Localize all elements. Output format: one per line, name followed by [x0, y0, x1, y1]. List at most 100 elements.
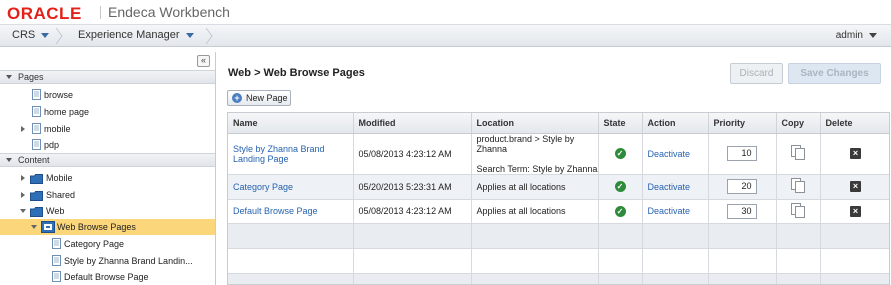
page-name-link[interactable]: Category Page [233, 182, 293, 192]
column-header-delete[interactable]: Delete [820, 113, 889, 134]
tree-item-home-page[interactable]: home page [0, 104, 215, 120]
check-circle-icon: ✓ [614, 205, 626, 217]
collapse-panel-icon[interactable]: « [197, 55, 210, 67]
column-header-name[interactable]: Name [228, 113, 354, 134]
page-icon [52, 238, 61, 254]
pages-section-header[interactable]: Pages [0, 70, 215, 84]
collapse-triangle-icon [6, 158, 12, 162]
expand-arrow-icon[interactable] [21, 126, 25, 132]
pages-section-label: Pages [18, 72, 44, 82]
pages-table: Name Modified Location State Action Prio… [227, 112, 890, 285]
tree-folder-shared[interactable]: Shared [0, 187, 215, 203]
copy-icon[interactable] [791, 202, 805, 218]
tree-item-default-browse-page[interactable]: Default Browse Page [0, 269, 215, 285]
user-name: admin [835, 30, 863, 41]
tree-item-label: Default Browse Page [64, 272, 149, 282]
empty-row [228, 273, 889, 284]
check-circle-icon: ✓ [614, 148, 626, 159]
delete-x-icon[interactable]: × [850, 148, 861, 159]
tree-item-browse[interactable]: browse [0, 87, 215, 103]
tree-item-style-by-zhanna[interactable]: Style by Zhanna Brand Landin... [0, 253, 215, 269]
collapse-arrow-icon[interactable] [20, 209, 26, 213]
oracle-logo: ORACLE [7, 4, 82, 23]
expand-arrow-icon[interactable] [21, 175, 25, 181]
column-header-location[interactable]: Location [471, 113, 599, 134]
plus-circle-icon: + [232, 93, 242, 103]
tree-item-label: Web [46, 206, 65, 216]
logo-divider [100, 6, 101, 19]
modified-cell: 05/08/2013 4:23:12 AM [353, 133, 472, 175]
tree-item-label: Mobile [46, 173, 73, 183]
column-header-modified[interactable]: Modified [353, 113, 472, 134]
new-page-button[interactable]: + New Page [227, 90, 291, 106]
app-header: ORACLE Endeca Workbench [0, 0, 891, 25]
tree-item-mobile-page[interactable]: mobile [0, 121, 215, 137]
tree-item-label: Category Page [64, 239, 125, 249]
tree-item-label: Style by Zhanna Brand Landin... [64, 256, 193, 266]
tree-item-label: mobile [44, 124, 71, 134]
main-nav: CRS Experience Manager admin [0, 25, 891, 47]
empty-row [228, 248, 889, 274]
nav-menu-experience-manager[interactable]: Experience Manager [78, 29, 194, 41]
location-cell: Applies at all locations [471, 174, 599, 200]
app-title: Endeca Workbench [108, 4, 230, 20]
deactivate-link[interactable]: Deactivate [648, 182, 691, 192]
page-icon [32, 106, 41, 122]
page-title: Web > Web Browse Pages [228, 67, 365, 79]
tree-item-label: Web Browse Pages [57, 222, 136, 232]
column-header-action[interactable]: Action [642, 113, 709, 134]
priority-input[interactable]: 30 [727, 203, 757, 219]
nav-menu-experience-manager-label: Experience Manager [78, 29, 180, 41]
tree-item-label: home page [44, 107, 90, 117]
new-page-label: New Page [246, 93, 288, 103]
table-row: Category Page 05/20/2013 5:23:31 AM Appl… [228, 174, 889, 200]
collapse-arrow-icon[interactable] [31, 225, 37, 229]
nav-divider [55, 27, 63, 45]
location-cell: product.brand > Style by Zhanna Search Te… [471, 133, 599, 175]
page-icon [52, 271, 61, 285]
copy-icon[interactable] [791, 145, 805, 160]
location-cell: Applies at all locations [471, 199, 599, 224]
location-text: product.brand > Style by Zhanna [476, 133, 575, 154]
expand-arrow-icon[interactable] [21, 192, 25, 198]
chevron-down-icon [185, 32, 194, 38]
nav-menu-crs[interactable]: CRS [12, 29, 50, 41]
save-changes-button[interactable]: Save Changes [788, 63, 881, 84]
tree-item-pdp[interactable]: pdp [0, 137, 215, 153]
content-section-label: Content [18, 155, 50, 165]
empty-row [228, 223, 889, 249]
column-header-priority[interactable]: Priority [708, 113, 777, 134]
tree-folder-web[interactable]: Web [0, 203, 215, 219]
nav-menu-crs-label: CRS [12, 29, 36, 41]
table-row: Style by Zhanna Brand Landing Page 05/08… [228, 133, 889, 175]
delete-x-icon[interactable]: × [850, 205, 861, 217]
tree-item-label: browse [44, 90, 74, 100]
chevron-down-icon [869, 32, 877, 38]
deactivate-link[interactable]: Deactivate [648, 149, 691, 159]
user-menu[interactable]: admin [836, 30, 877, 41]
priority-input[interactable]: 10 [727, 146, 757, 161]
page-name-link[interactable]: Style by Zhanna Brand Landing Page [233, 144, 325, 164]
tree-folder-web-browse-pages[interactable]: Web Browse Pages [0, 219, 215, 235]
delete-x-icon[interactable]: × [850, 181, 861, 192]
page-name-link[interactable]: Default Browse Page [233, 206, 318, 216]
tree-item-label: pdp [44, 140, 60, 150]
nav-divider [205, 27, 213, 45]
tree-item-label: Shared [46, 190, 76, 200]
table-header-row: Name Modified Location State Action Prio… [228, 113, 889, 134]
content-section-header[interactable]: Content [0, 153, 215, 167]
discard-button[interactable]: Discard [730, 63, 783, 84]
location-text-secondary: Search Term: Style by Zhanna [476, 163, 598, 174]
collapse-triangle-icon [6, 75, 12, 79]
priority-input[interactable]: 20 [727, 179, 757, 194]
tree-folder-mobile[interactable]: Mobile [0, 170, 215, 186]
main-content: Web > Web Browse Pages Discard Save Chan… [217, 52, 891, 285]
modified-cell: 05/20/2013 5:23:31 AM [353, 174, 472, 200]
tree-item-category-page[interactable]: Category Page [0, 236, 215, 252]
table-row: Default Browse Page 05/08/2013 4:23:12 A… [228, 199, 889, 224]
copy-icon[interactable] [791, 178, 805, 193]
chevron-down-icon [41, 32, 50, 38]
column-header-copy[interactable]: Copy [776, 113, 821, 134]
deactivate-link[interactable]: Deactivate [648, 206, 691, 216]
column-header-state[interactable]: State [598, 113, 643, 134]
